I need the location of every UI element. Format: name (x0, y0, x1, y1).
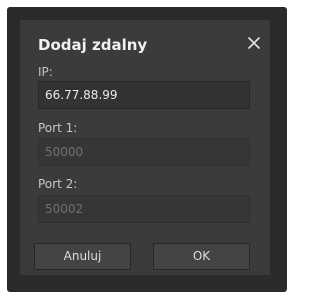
cancel-button[interactable]: Anuluj (34, 243, 131, 270)
port2-input (38, 195, 250, 223)
dialog-title: Dodaj zdalny (38, 36, 148, 54)
ok-button[interactable]: OK (153, 243, 250, 270)
ip-label: IP: (38, 65, 53, 79)
port1-input (38, 138, 250, 166)
close-icon[interactable] (245, 34, 263, 52)
ip-input[interactable] (38, 81, 250, 109)
add-remote-dialog: Dodaj zdalny IP: Port 1: Port 2: Anuluj … (20, 20, 270, 275)
port2-label: Port 2: (38, 177, 78, 191)
port1-label: Port 1: (38, 121, 78, 135)
